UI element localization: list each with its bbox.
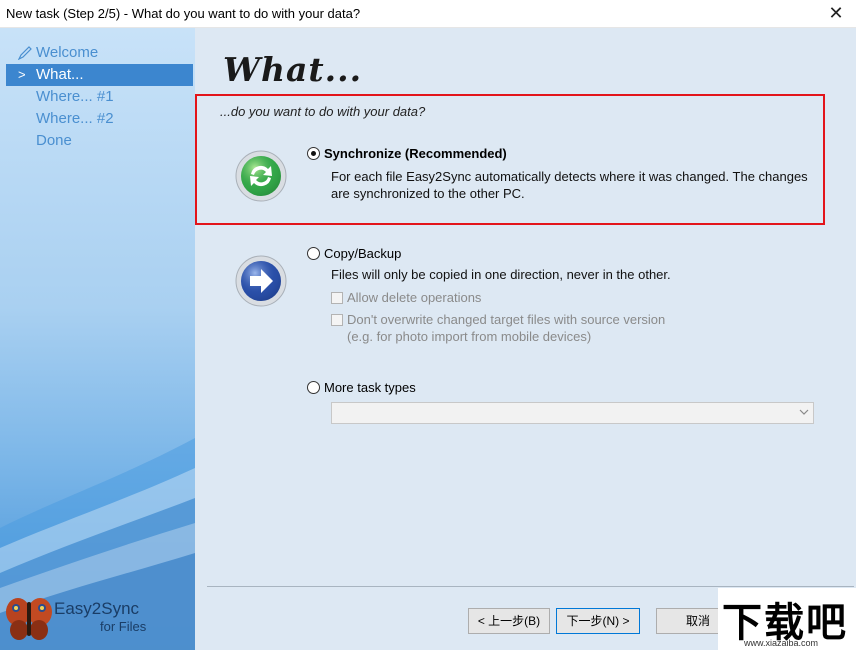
sync-icon [235,150,287,202]
title-bar: New task (Step 2/5) - What do you want t… [0,0,856,28]
brand-logo: Easy2Sync for Files [4,594,194,650]
sidebar-item-label: Done [36,132,72,149]
synchronize-label: Synchronize (Recommended) [324,146,507,161]
page-subtitle: ...do you want to do with your data? [220,104,426,119]
footer-separator [207,586,854,587]
watermark-url: www.xiazaiba.com [744,638,819,648]
butterfly-icon [6,598,52,640]
sidebar-item-label: Welcome [36,44,99,61]
close-icon[interactable]: ✕ [816,0,856,28]
task-type-select[interactable] [331,402,814,424]
dont-overwrite-label: Don't overwrite changed target files wit… [347,312,666,327]
more-task-types-label: More task types [324,380,416,395]
window-title: New task (Step 2/5) - What do you want t… [6,6,361,21]
checkbox-box[interactable] [331,291,343,304]
sidebar-item-label: Where... #2 [36,110,114,127]
dont-overwrite-note: (e.g. for photo import from mobile devic… [347,329,592,344]
arrow-right-icon [235,255,287,307]
sidebar-item-where-1[interactable]: Where... #1 [6,86,193,108]
copy-backup-radio[interactable]: Copy/Backup [307,246,401,261]
brand-name: Easy2Sync [54,599,140,618]
sidebar-item-done[interactable]: Done [6,130,193,152]
synchronize-radio[interactable]: Synchronize (Recommended) [307,146,507,161]
dont-overwrite-checkbox[interactable]: Don't overwrite changed target files wit… [331,312,665,327]
sidebar-item-what[interactable]: > What... [6,64,193,86]
sidebar-item-where-2[interactable]: Where... #2 [6,108,193,130]
watermark-logo: 下载吧 www.xiazaiba.com [718,588,856,650]
copy-backup-description: Files will only be copied in one directi… [331,267,671,282]
copy-backup-label: Copy/Backup [324,246,402,261]
chevron-right-icon: > [18,67,26,82]
radio-dot[interactable] [307,381,320,394]
sidebar-item-label: What... [36,66,84,83]
brand-subtitle: for Files [100,619,147,634]
main-content: What... ...do you want to do with your d… [195,28,856,650]
next-button[interactable]: 下一步(N) > [556,608,640,634]
page-title: What... [223,50,363,89]
chevron-down-icon [799,405,809,422]
sidebar: Welcome > What... Where... #1 Where... #… [0,28,195,650]
allow-delete-label: Allow delete operations [347,290,482,305]
back-button[interactable]: < 上一步(B) [468,608,550,634]
allow-delete-checkbox[interactable]: Allow delete operations [331,290,481,305]
more-task-types-radio[interactable]: More task types [307,380,416,395]
checkbox-box[interactable] [331,313,343,326]
radio-dot[interactable] [307,247,320,260]
sidebar-item-welcome[interactable]: Welcome [6,42,193,64]
synchronize-description: For each file Easy2Sync automatically de… [331,169,808,201]
sidebar-item-label: Where... #1 [36,88,114,105]
radio-dot[interactable] [307,147,320,160]
